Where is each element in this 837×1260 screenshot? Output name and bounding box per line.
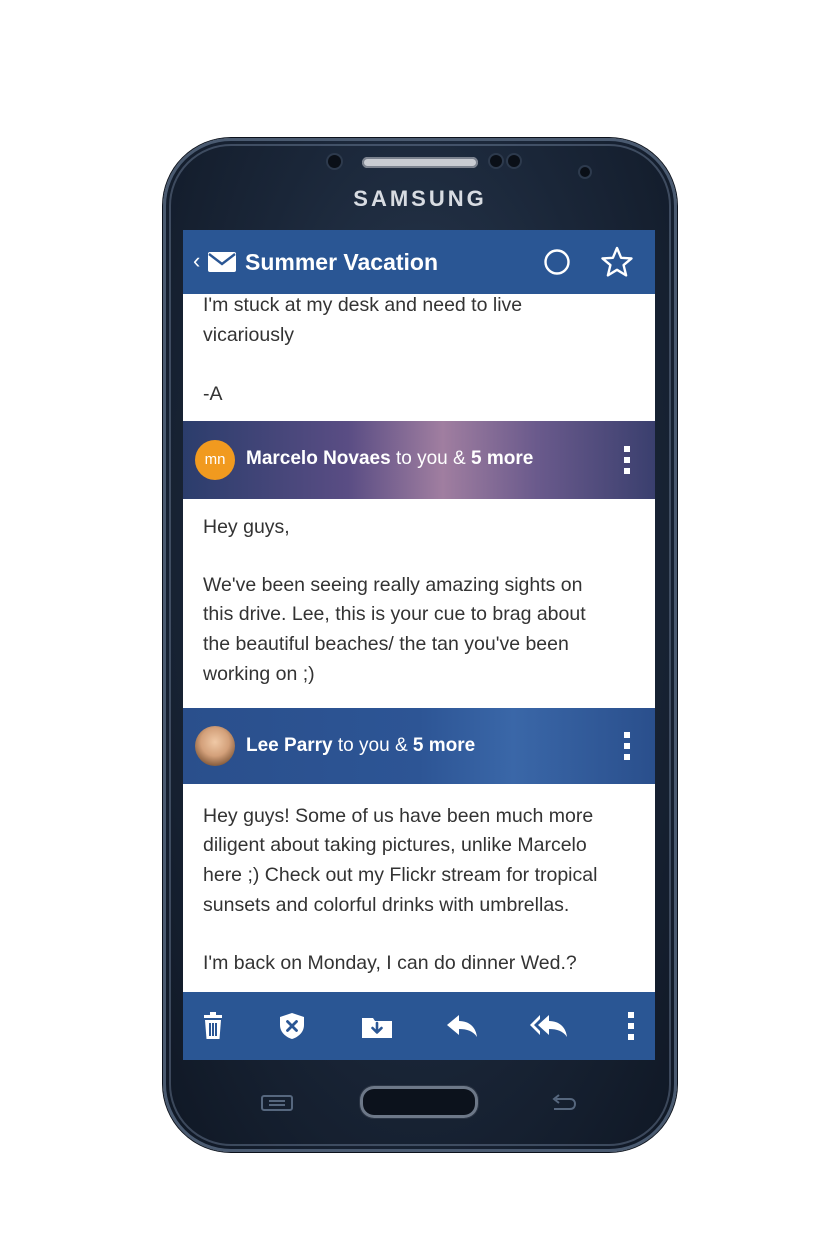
recipients-count[interactable]: 5 more xyxy=(413,735,475,756)
reply-icon[interactable] xyxy=(445,1012,479,1040)
message-header-lee[interactable]: Lee Parry to you & 5 more xyxy=(183,708,655,784)
recipients-count[interactable]: 5 more xyxy=(471,448,533,469)
circle-icon[interactable] xyxy=(543,248,571,276)
star-icon[interactable] xyxy=(601,246,633,278)
message-body-line: here ;) Check out my Flickr stream for t… xyxy=(203,864,598,886)
mail-icon xyxy=(208,252,236,272)
back-key-icon[interactable] xyxy=(546,1094,580,1112)
proximity-sensor xyxy=(328,155,341,168)
reply-all-icon[interactable] xyxy=(529,1012,569,1040)
trash-icon[interactable] xyxy=(199,1012,227,1040)
avatar: mn xyxy=(195,440,235,480)
earpiece-speaker xyxy=(362,157,478,168)
screen: ‹ Summer Vacation I'm stuck at my desk a… xyxy=(183,230,655,1060)
home-button[interactable] xyxy=(360,1086,478,1118)
recipients-prefix: to you & xyxy=(332,735,413,756)
more-icon[interactable] xyxy=(627,1011,635,1041)
message-body-line: I'm back on Monday, I can do dinner Wed.… xyxy=(203,952,577,974)
message-body-line: this drive. Lee, this is your cue to bra… xyxy=(203,603,586,625)
avatar xyxy=(195,726,235,766)
move-folder-icon[interactable] xyxy=(361,1012,393,1040)
brand-logo: SAMSUNG xyxy=(353,186,487,211)
sensor-right xyxy=(508,155,520,167)
more-icon[interactable] xyxy=(623,445,631,475)
message-body-line: diligent about taking pictures, unlike M… xyxy=(203,834,587,856)
recipients-prefix: to you & xyxy=(390,448,471,469)
message-body-line: We've been seeing really amazing sights … xyxy=(203,574,583,596)
message-body-line: the beautiful beaches/ the tan you've be… xyxy=(203,633,569,655)
bottom-toolbar xyxy=(183,992,655,1060)
sender-line: Lee Parry to you & 5 more xyxy=(246,735,475,757)
sensor-left xyxy=(490,155,502,167)
message-body-line: working on ;) xyxy=(203,663,315,685)
message-body-line: Hey guys, xyxy=(203,516,290,538)
sender-name: Lee Parry xyxy=(246,735,333,756)
message-body-line: sunsets and colorful drinks with umbrell… xyxy=(203,894,570,916)
front-camera xyxy=(580,167,590,177)
previous-message-line: vicariously xyxy=(203,324,295,346)
message-body-line: Hey guys! Some of us have been much more xyxy=(203,805,594,827)
app-header: ‹ Summer Vacation xyxy=(183,230,655,294)
spam-shield-icon[interactable] xyxy=(278,1012,306,1040)
previous-message-line: I'm stuck at my desk and need to live xyxy=(203,294,523,316)
message-header-marcelo[interactable]: mn Marcelo Novaes to you & 5 more xyxy=(183,421,655,499)
previous-message-signature: -A xyxy=(203,383,223,405)
more-icon[interactable] xyxy=(623,731,631,761)
conversation-title: Summer Vacation xyxy=(245,249,439,275)
sender-line: Marcelo Novaes to you & 5 more xyxy=(246,448,533,470)
menu-key-icon[interactable] xyxy=(260,1094,294,1112)
back-icon[interactable]: ‹ xyxy=(193,248,200,274)
sender-name: Marcelo Novaes xyxy=(246,448,391,469)
